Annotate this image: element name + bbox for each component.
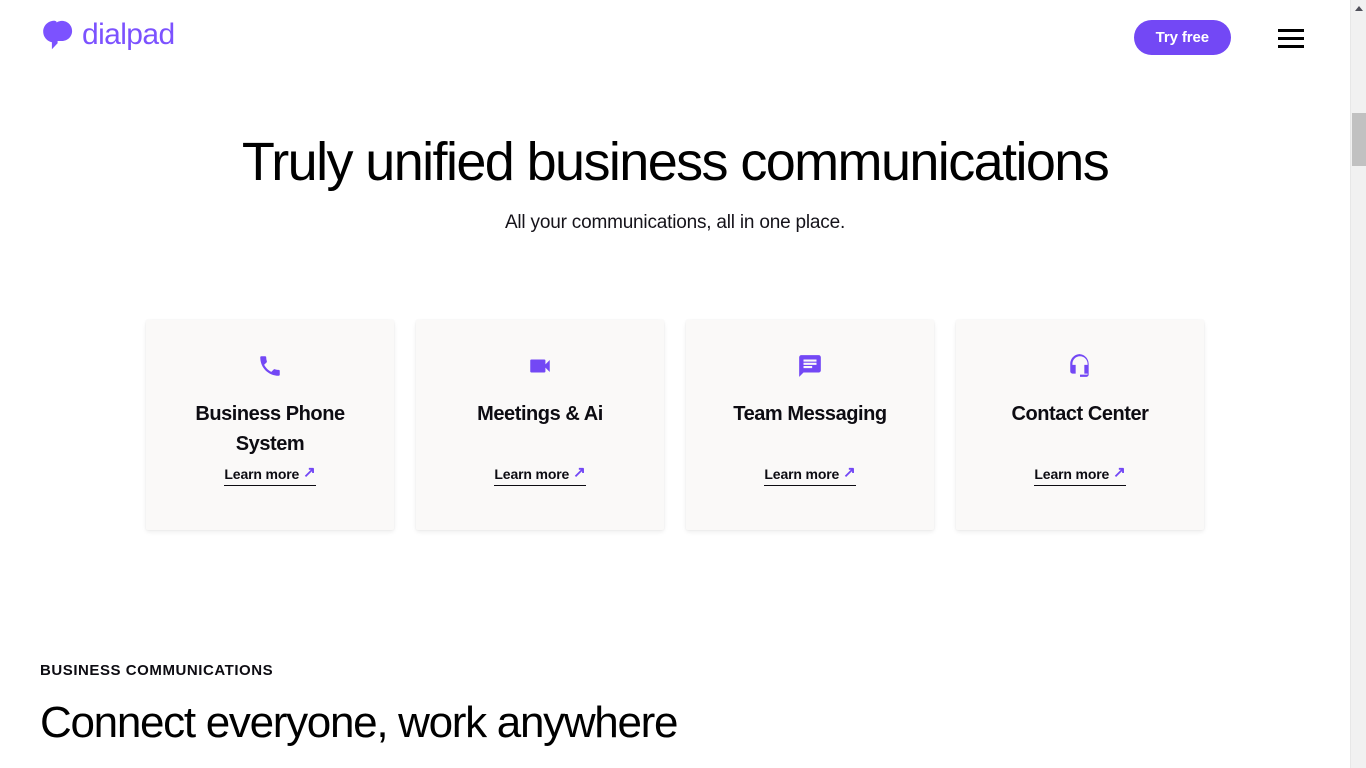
- business-communications-section: BUSINESS COMMUNICATIONS Connect everyone…: [40, 660, 1310, 750]
- scrollbar-thumb[interactable]: [1352, 113, 1366, 166]
- arrow-up-right-icon: ↗: [1113, 464, 1126, 481]
- learn-more-link[interactable]: Learn more ↗: [494, 464, 586, 486]
- vertical-scrollbar[interactable]: [1350, 0, 1366, 768]
- product-card-grid: Business Phone System Learn more ↗ Meeti…: [146, 320, 1204, 530]
- product-card-meetings-and-ai[interactable]: Meetings & Ai Learn more ↗: [416, 320, 664, 530]
- brand-logo-link[interactable]: dialpad: [40, 20, 175, 50]
- try-free-button[interactable]: Try free: [1133, 20, 1231, 55]
- chat-bubble-icon: [797, 353, 823, 379]
- product-card-contact-center[interactable]: Contact Center Learn more ↗: [956, 320, 1204, 530]
- headset-icon: [1067, 353, 1093, 379]
- learn-more-link[interactable]: Learn more ↗: [224, 464, 316, 486]
- phone-icon: [257, 353, 283, 379]
- hamburger-menu-icon[interactable]: [1274, 22, 1308, 54]
- section-eyebrow: BUSINESS COMMUNICATIONS: [40, 662, 274, 679]
- dialpad-logo-mark-icon: [40, 20, 73, 50]
- product-card-team-messaging[interactable]: Team Messaging Learn more ↗: [686, 320, 934, 530]
- scroll-up-arrow-icon[interactable]: [1351, 0, 1366, 17]
- hamburger-bar: [1278, 44, 1304, 48]
- arrow-up-right-icon: ↗: [303, 464, 316, 481]
- learn-more-label: Learn more: [224, 466, 300, 482]
- arrow-up-right-icon: ↗: [843, 464, 856, 481]
- learn-more-link[interactable]: Learn more ↗: [764, 464, 856, 486]
- arrow-up-right-icon: ↗: [573, 464, 586, 481]
- product-card-title: Business Phone System: [195, 403, 345, 455]
- learn-more-label: Learn more: [494, 466, 570, 482]
- hero-section: Truly unified business communications Al…: [0, 130, 1350, 236]
- page-viewport: dialpad Try free Truly unified business …: [0, 0, 1350, 768]
- learn-more-link[interactable]: Learn more ↗: [1034, 464, 1126, 486]
- video-camera-icon: [527, 353, 553, 379]
- hamburger-bar: [1278, 28, 1304, 32]
- site-header: dialpad Try free: [0, 0, 1350, 75]
- product-card-title: Contact Center: [1011, 403, 1149, 425]
- learn-more-label: Learn more: [764, 466, 840, 482]
- product-card-title: Team Messaging: [733, 403, 887, 425]
- triangle-up-glyph: [1355, 6, 1363, 11]
- learn-more-label: Learn more: [1034, 466, 1110, 482]
- hero-subtitle: All your communications, all in one plac…: [504, 212, 846, 233]
- product-card-business-phone-system[interactable]: Business Phone System Learn more ↗: [146, 320, 394, 530]
- brand-wordmark: dialpad: [82, 18, 175, 51]
- product-card-title: Meetings & Ai: [477, 403, 603, 425]
- section-heading: Connect everyone, work anywhere: [40, 698, 678, 747]
- page-title: Truly unified business communications: [241, 132, 1110, 192]
- hamburger-bar: [1278, 36, 1304, 40]
